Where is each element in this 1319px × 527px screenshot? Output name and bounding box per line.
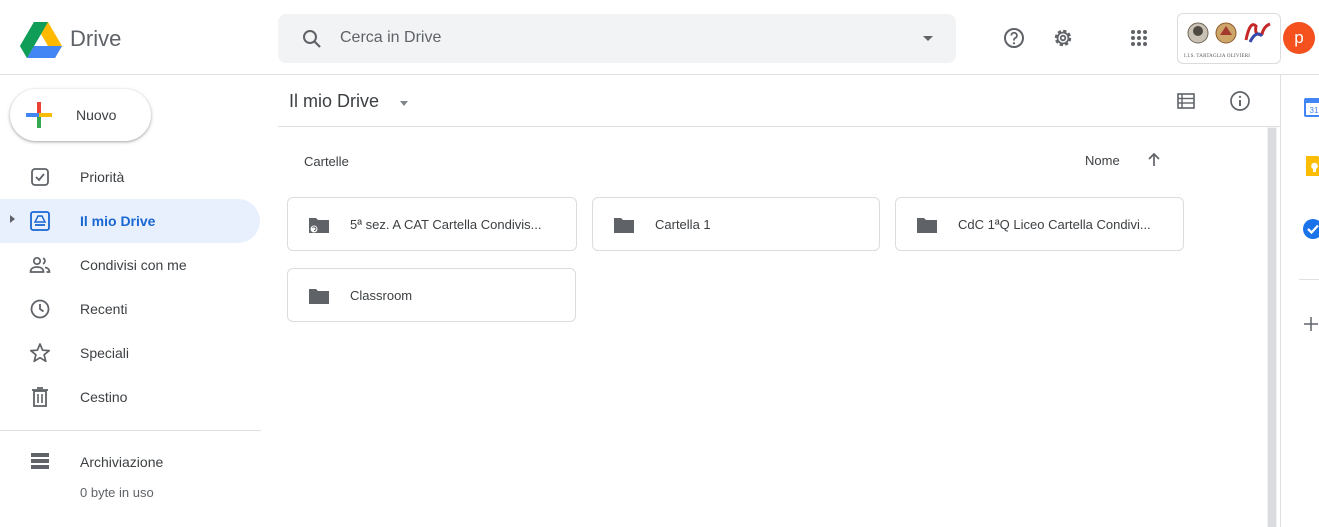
sidebar-item-label: Priorità bbox=[80, 169, 125, 185]
plus-icon bbox=[26, 102, 52, 128]
folder-name: Cartella 1 bbox=[655, 217, 711, 232]
folder-name: 5ª sez. A CAT Cartella Condivis... bbox=[350, 217, 542, 232]
sidebar-item-label: Il mio Drive bbox=[80, 213, 156, 229]
search-options-dropdown-icon[interactable] bbox=[916, 26, 940, 50]
sidebar-item-starred[interactable]: Speciali bbox=[0, 331, 260, 375]
storage-label[interactable]: Archiviazione bbox=[80, 454, 163, 470]
school-emblems-icon bbox=[1187, 22, 1271, 44]
side-panel bbox=[1280, 75, 1319, 527]
clock-icon bbox=[30, 299, 50, 319]
search-bar[interactable] bbox=[278, 14, 956, 63]
sidebar-item-label: Recenti bbox=[80, 301, 128, 317]
tasks-icon[interactable] bbox=[1302, 218, 1319, 240]
sidebar-item-label: Speciali bbox=[80, 345, 130, 361]
folder-name: Classroom bbox=[350, 288, 413, 303]
folder-icon bbox=[309, 289, 329, 304]
sort-by-name-button[interactable]: Nome bbox=[1085, 153, 1120, 168]
settings-icon[interactable] bbox=[1051, 26, 1075, 50]
folder-card[interactable]: CdC 1ªQ Liceo Cartella Condivi... bbox=[895, 197, 1184, 251]
priority-check-icon bbox=[31, 168, 49, 186]
keep-icon[interactable] bbox=[1303, 155, 1319, 177]
sidebar-item-my-drive[interactable]: Il mio Drive bbox=[0, 199, 260, 243]
content-divider bbox=[278, 126, 1280, 127]
breadcrumb-dropdown-icon[interactable] bbox=[400, 101, 408, 106]
list-view-icon[interactable] bbox=[1174, 89, 1198, 113]
help-icon[interactable] bbox=[1002, 26, 1026, 50]
storage-usage: 0 byte in uso bbox=[80, 485, 154, 500]
folder-card[interactable]: Cartella 1 bbox=[592, 197, 880, 251]
search-icon[interactable] bbox=[300, 27, 324, 51]
star-icon bbox=[29, 343, 51, 363]
add-addon-icon[interactable] bbox=[1303, 316, 1319, 332]
calendar-day: 31 bbox=[1310, 106, 1319, 115]
folder-name: CdC 1ªQ Liceo Cartella Condivi... bbox=[958, 217, 1151, 232]
new-button-label: Nuovo bbox=[76, 107, 117, 123]
info-icon[interactable] bbox=[1228, 89, 1252, 113]
sidebar-item-priority[interactable]: Priorità bbox=[0, 155, 260, 199]
search-input[interactable] bbox=[340, 23, 900, 53]
breadcrumb-my-drive[interactable]: Il mio Drive bbox=[289, 91, 379, 112]
calendar-icon[interactable]: 31 bbox=[1303, 96, 1319, 118]
top-header: Drive I bbox=[0, 0, 1319, 75]
shared-folder-icon bbox=[309, 218, 329, 233]
sidebar-item-trash[interactable]: Cestino bbox=[0, 375, 260, 419]
expand-arrow-icon[interactable] bbox=[10, 215, 15, 223]
sidebar-item-shared-with-me[interactable]: Condivisi con me bbox=[0, 243, 260, 287]
organization-logo[interactable]: I.I.S. TARTAGLIA OLIVIERI bbox=[1177, 13, 1281, 64]
drive-logo-icon[interactable] bbox=[20, 22, 62, 58]
folder-card[interactable]: Classroom bbox=[287, 268, 576, 322]
account-avatar[interactable]: p bbox=[1283, 22, 1315, 54]
shared-people-icon bbox=[29, 256, 51, 273]
folder-card[interactable]: 5ª sez. A CAT Cartella Condivis... bbox=[287, 197, 577, 251]
new-button[interactable]: Nuovo bbox=[10, 89, 151, 141]
school-logo-caption: I.I.S. TARTAGLIA OLIVIERI bbox=[1184, 54, 1251, 59]
my-drive-icon bbox=[30, 211, 50, 231]
sidebar-divider bbox=[0, 430, 261, 431]
sidebar-item-label: Condivisi con me bbox=[80, 257, 187, 273]
apps-grid-icon[interactable] bbox=[1127, 26, 1151, 50]
folder-icon bbox=[614, 218, 634, 233]
side-panel-divider bbox=[1299, 279, 1319, 280]
sidebar-item-recent[interactable]: Recenti bbox=[0, 287, 260, 331]
sort-direction-arrow-icon[interactable] bbox=[1144, 150, 1164, 170]
trash-icon bbox=[32, 387, 48, 407]
section-title-folders: Cartelle bbox=[304, 154, 349, 169]
folder-icon bbox=[917, 218, 937, 233]
sidebar-item-label: Cestino bbox=[80, 389, 128, 405]
storage-icon bbox=[31, 453, 49, 469]
scrollbar-thumb[interactable] bbox=[1268, 128, 1276, 527]
app-title[interactable]: Drive bbox=[70, 26, 121, 52]
